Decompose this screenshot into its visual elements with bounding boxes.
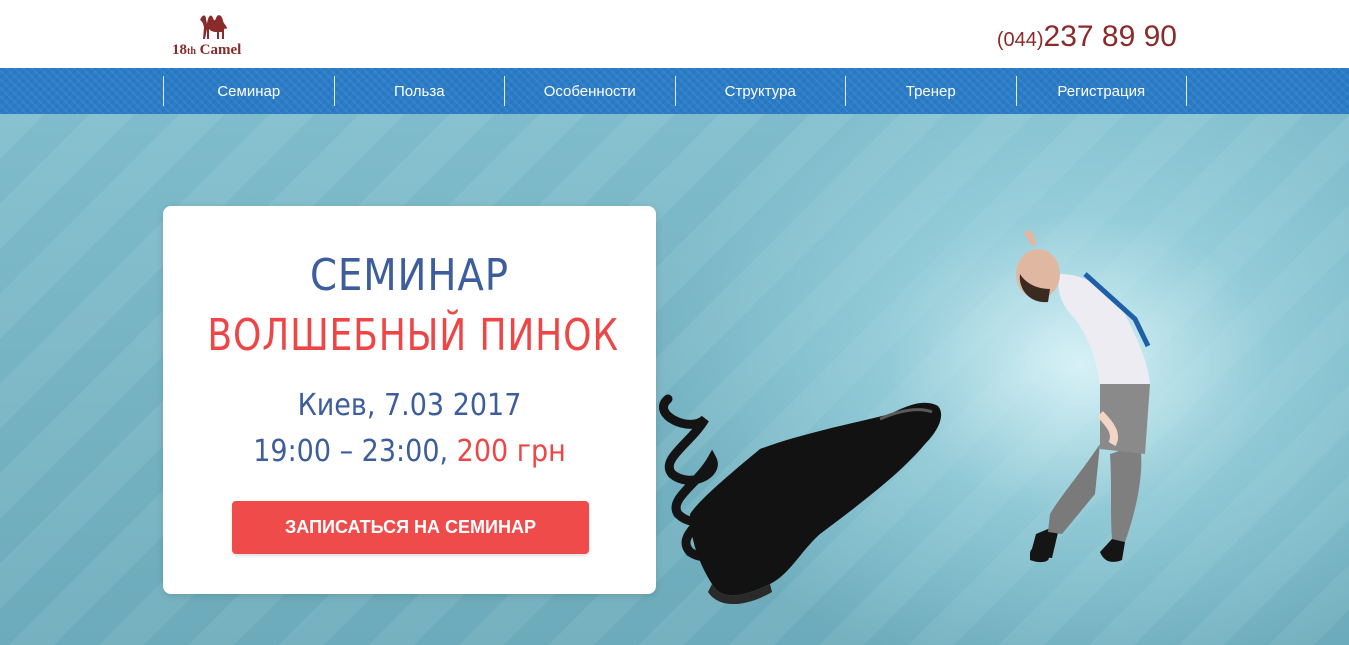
nav-item-features[interactable]: Особенности [505, 76, 676, 106]
man-figure [1016, 230, 1151, 563]
seminar-city-date: Киев, 7.03 2017 [297, 388, 522, 423]
seminar-price: 200 грн [456, 434, 566, 469]
hero-banner: СЕМИНАР ВОЛШЕБНЫЙ ПИНОК Киев, 7.03 2017 … [0, 114, 1349, 645]
nav-item-registration[interactable]: Регистрация [1017, 76, 1187, 106]
nav-item-structure[interactable]: Структура [676, 76, 846, 106]
phone-number[interactable]: (044)237 89 90 [997, 20, 1177, 54]
nav-item-benefit[interactable]: Польза [335, 76, 505, 106]
main-nav: Семинар Польза Особенности Структура Тре… [0, 68, 1349, 114]
nav-list: Семинар Польза Особенности Структура Тре… [163, 76, 1187, 106]
phone-digits: 237 89 90 [1043, 20, 1177, 53]
seminar-card: СЕМИНАР ВОЛШЕБНЫЙ ПИНОК Киев, 7.03 2017 … [163, 206, 656, 594]
nav-item-trainer[interactable]: Тренер [846, 76, 1017, 106]
seminar-time-price: 19:00 – 23:00, 200 грн [188, 434, 632, 469]
camel-icon [200, 15, 227, 39]
register-button[interactable]: ЗАПИСАТЬСЯ НА СЕМИНАР [232, 501, 589, 554]
logo[interactable]: 18th Camel [170, 10, 266, 60]
seminar-time: 19:00 – 23:00, [253, 434, 449, 469]
phone-code: (044) [996, 29, 1044, 51]
logo-text: 18th Camel [172, 42, 242, 58]
site-header: 18th Camel (044)237 89 90 [0, 0, 1349, 68]
seminar-title: СЕМИНАР [310, 250, 509, 301]
nav-item-seminar[interactable]: Семинар [164, 76, 335, 106]
seminar-subtitle: ВОЛШЕБНЫЙ ПИНОК [207, 310, 619, 361]
shoe-icon [690, 402, 942, 605]
